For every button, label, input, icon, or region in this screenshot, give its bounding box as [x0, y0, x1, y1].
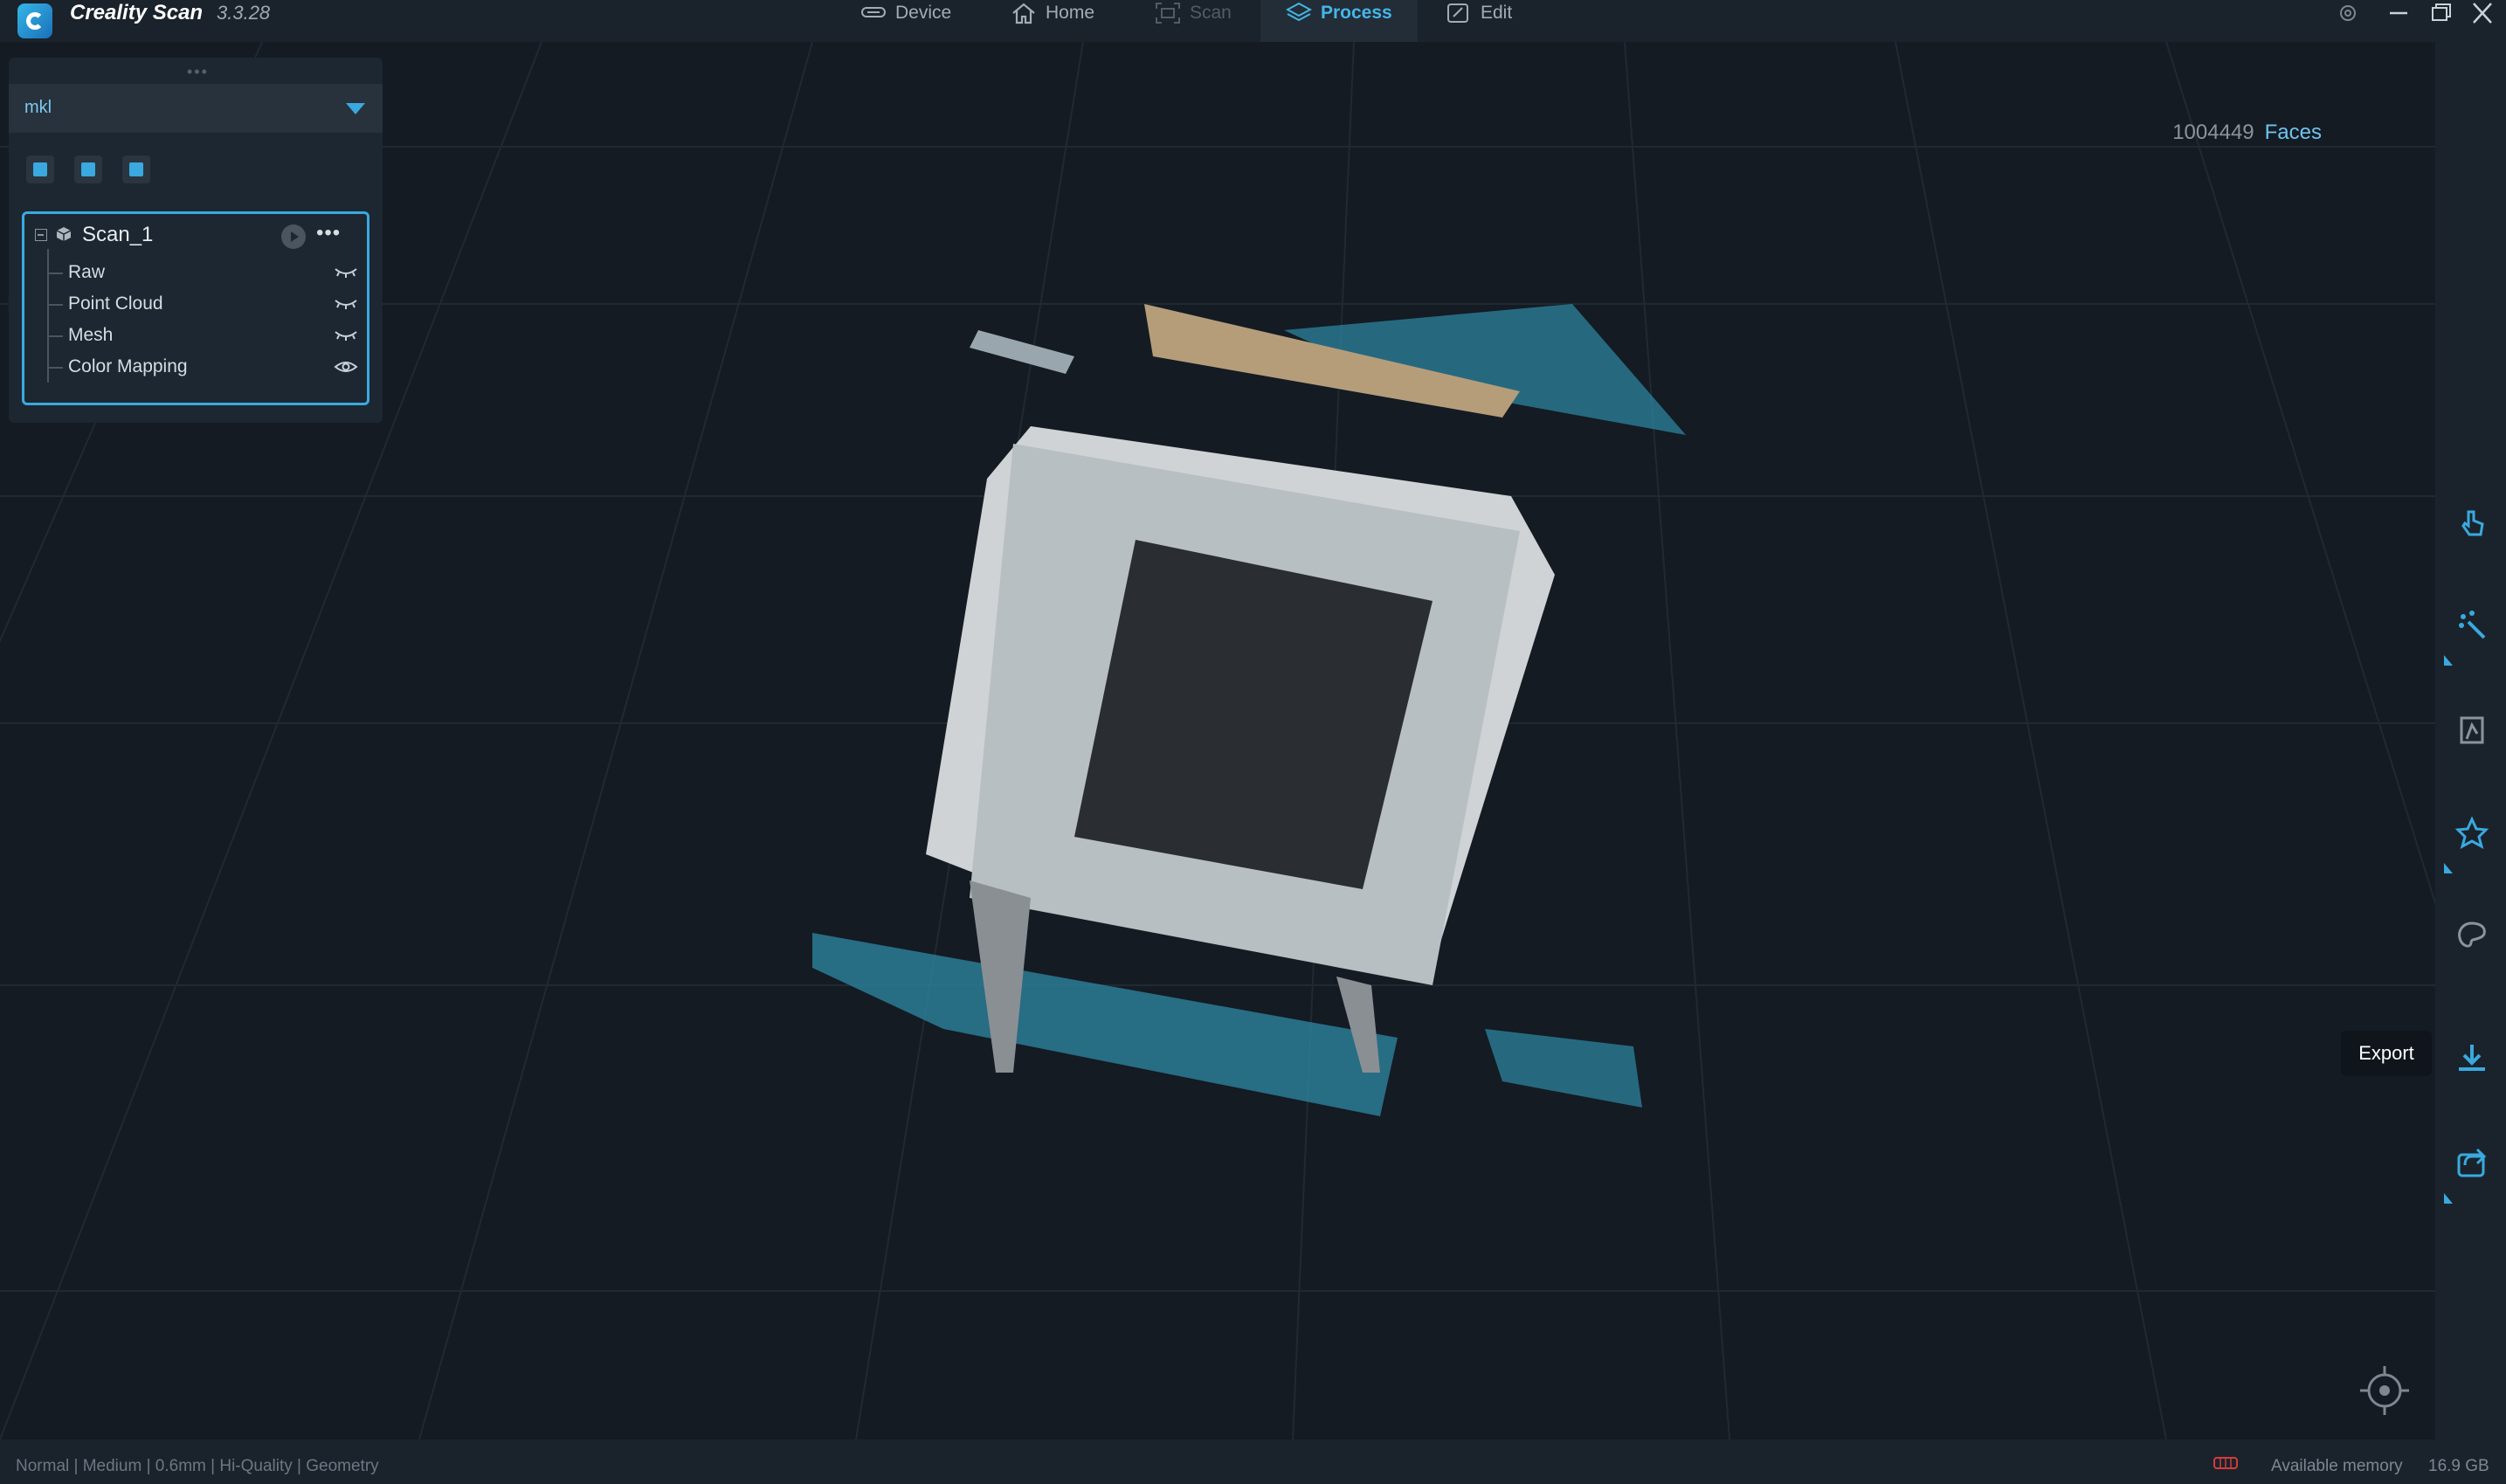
- submenu-indicator: [2444, 655, 2453, 666]
- scan-icon: [1156, 3, 1180, 24]
- more-options-icon[interactable]: •••: [316, 221, 341, 245]
- project-panel: ••• mkl Scan_1 ••• Raw Point Cloud Mesh …: [9, 58, 383, 423]
- export-tooltip: Export: [2341, 1031, 2432, 1076]
- eye-closed-icon[interactable]: [334, 295, 358, 313]
- restore-icon[interactable]: [2425, 0, 2456, 26]
- layer-label: Color Mapping: [68, 356, 188, 376]
- add-icon: [33, 162, 47, 176]
- tab-scan[interactable]: Scan: [1155, 0, 1251, 42]
- layer-mesh[interactable]: Mesh: [47, 323, 357, 348]
- home-icon: [1012, 3, 1035, 24]
- eye-closed-icon[interactable]: [334, 327, 358, 344]
- download-icon[interactable]: [2454, 1041, 2489, 1076]
- eye-closed-icon[interactable]: [334, 264, 358, 281]
- folder-icon: [81, 162, 95, 176]
- collapse-toggle-icon[interactable]: [35, 229, 47, 241]
- layers-icon: [1286, 2, 1312, 22]
- layer-label: Mesh: [68, 325, 114, 345]
- available-memory-value: 16.9 GB: [2428, 1457, 2489, 1475]
- tree-tick: [47, 273, 63, 274]
- right-toolbar: [2435, 42, 2506, 1439]
- pointer-icon[interactable]: [2454, 505, 2489, 540]
- dropdown-arrow-icon: [346, 103, 365, 114]
- layer-label: Raw: [68, 262, 106, 282]
- settings-gear-icon[interactable]: [2332, 0, 2364, 26]
- panel-drag-handle[interactable]: •••: [187, 63, 209, 81]
- tab-process[interactable]: Process: [1286, 0, 1417, 42]
- tree-tick: [47, 304, 63, 306]
- tree-tick: [47, 335, 63, 337]
- available-memory-label: Available memory: [2271, 1457, 2403, 1475]
- app-name: Creality Scan: [70, 1, 204, 24]
- tree-tick: [47, 367, 63, 369]
- layer-point-cloud[interactable]: Point Cloud: [47, 292, 357, 316]
- new-group-button[interactable]: [26, 155, 54, 183]
- recenter-target-icon[interactable]: [2358, 1364, 2411, 1417]
- status-bar: Normal | Medium | 0.6mm | Hi-Quality | G…: [0, 1439, 2506, 1484]
- face-count-label: Faces: [2264, 121, 2322, 144]
- tab-edit[interactable]: Edit: [1446, 0, 1533, 42]
- tab-device[interactable]: Device: [860, 0, 965, 42]
- tab-home[interactable]: Home: [1011, 0, 1107, 42]
- tab-edit-label: Edit: [1481, 3, 1513, 23]
- scan-settings-summary: Normal | Medium | 0.6mm | Hi-Quality | G…: [16, 1457, 379, 1475]
- tab-scan-label: Scan: [1190, 3, 1232, 23]
- layer-raw[interactable]: Raw: [47, 260, 357, 285]
- palette-icon[interactable]: [2454, 919, 2489, 954]
- share-icon[interactable]: [2454, 1144, 2489, 1179]
- texture-star-icon[interactable]: [2454, 816, 2489, 851]
- play-icon[interactable]: [281, 224, 306, 249]
- app-logo: [17, 3, 52, 38]
- project-dropdown[interactable]: mkl: [9, 84, 383, 133]
- close-icon[interactable]: [2467, 0, 2498, 26]
- memory-icon: [2213, 1457, 2238, 1469]
- scan-item[interactable]: Scan_1 ••• Raw Point Cloud Mesh Color Ma…: [22, 211, 369, 405]
- document-button[interactable]: [122, 155, 150, 183]
- edit-icon: [1447, 3, 1468, 23]
- submenu-indicator: [2444, 863, 2453, 873]
- open-folder-button[interactable]: [74, 155, 102, 183]
- app-version: 3.3.28: [217, 2, 271, 24]
- minimize-icon[interactable]: [2383, 0, 2414, 26]
- tab-home-label: Home: [1046, 3, 1095, 23]
- device-icon: [861, 7, 886, 17]
- title-bar: Creality Scan 3.3.28 Device Home Scan Pr…: [0, 0, 2506, 42]
- scan-name: Scan_1: [82, 223, 154, 246]
- layer-color-mapping[interactable]: Color Mapping: [47, 355, 358, 379]
- eye-open-icon[interactable]: [334, 358, 358, 376]
- tab-device-label: Device: [895, 3, 952, 23]
- project-name: mkl: [24, 98, 52, 117]
- point-edit-icon[interactable]: [2454, 608, 2489, 643]
- layer-label: Point Cloud: [68, 293, 163, 314]
- mesh-icon[interactable]: [2454, 713, 2489, 748]
- face-count-value: 1004449: [2172, 121, 2254, 144]
- scanned-mesh: [812, 304, 1686, 1116]
- cube-icon: [56, 227, 72, 241]
- document-icon: [129, 162, 143, 176]
- submenu-indicator: [2444, 1193, 2453, 1204]
- tab-process-label: Process: [1321, 3, 1392, 23]
- face-count-readout: 1004449 Faces: [2172, 121, 2322, 145]
